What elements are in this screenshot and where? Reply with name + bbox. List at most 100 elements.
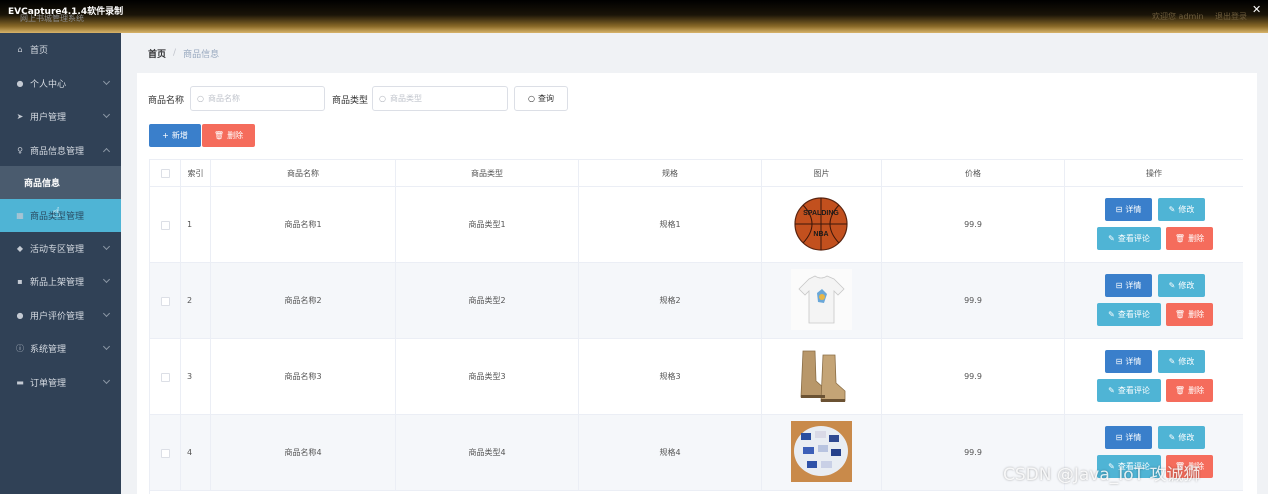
sidebar-item-users[interactable]: ➤ 用户管理 [0,100,121,133]
view-reviews-button[interactable]: ✎ 查看评论 [1097,227,1161,250]
name-label: 商品名称 [148,96,185,106]
sidebar-item-label: 订单管理 [30,379,67,389]
delete-button[interactable]: 🗑 删除 [1166,303,1213,326]
view-reviews-button[interactable]: ✎ 查看评论 [1097,379,1161,402]
row-checkbox[interactable] [161,221,170,230]
cell-type: 商品类型3 [396,339,579,415]
name-placeholder: 商品名称 [207,94,240,103]
sidebar-item-activity[interactable]: ◆ 活动专区管理 [0,232,121,265]
edit-button[interactable]: ✎ 修改 [1158,198,1205,221]
chevron-down-icon [102,342,111,351]
header-actions: 操作 [1065,160,1243,187]
sidebar-subitem-goods[interactable]: 商品信息 [0,166,121,199]
select-all-checkbox[interactable] [161,169,170,178]
search-icon: ○ [379,94,386,103]
sidebar-item-profile[interactable]: ● 个人中心 [0,67,121,100]
bulk-delete-button[interactable]: 🗑 删除 [202,124,255,147]
edit-button[interactable]: ✎ 修改 [1158,426,1205,449]
mic-icon: ♀ [17,146,23,155]
query-button-label: 查询 [537,94,554,103]
detail-button[interactable]: ⊟ 详情 [1105,198,1152,221]
logout-link[interactable]: 退出登录 [1215,11,1247,22]
candy-image [791,421,852,482]
search-icon: ○ [528,94,535,103]
detail-button[interactable]: ⊟ 详情 [1105,426,1152,449]
delete-button[interactable]: 🗑 删除 [1166,379,1213,402]
edit-icon: ✎ [1108,234,1115,243]
cell-actions [1065,263,1243,339]
detail-label: 详情 [1125,205,1142,214]
ball-brand-text: SPALDING [803,210,839,217]
breadcrumb-separator: / [173,48,177,58]
edit-button[interactable]: ✎ 修改 [1158,350,1205,373]
title-bar: EVCapture4.1.4软件录制 网上书城管理系统 欢迎您 admin 退出… [0,0,1268,33]
query-button[interactable]: ○ 查询 [514,86,568,111]
delete-button[interactable]: 🗑 删除 [1166,227,1213,250]
sidebar-item-home[interactable]: ⌂ 首页 [0,33,121,66]
cell-spec: 规格2 [579,263,762,339]
detail-label: 详情 [1125,281,1142,290]
table-header: 索引 商品名称 商品类型 规格 图片 价格 操作 [150,159,1243,187]
add-button[interactable]: + 新增 [149,124,201,147]
cell-index: 2 [181,263,211,339]
cell-price: 99.9 [882,339,1065,415]
sidebar-item-label: 首页 [30,46,49,56]
send-icon: ➤ [16,112,24,121]
name-search-input[interactable]: ○ 商品名称 [190,86,325,111]
detail-icon: ⊟ [1115,433,1123,442]
sidebar-item-label: 商品信息 [24,179,61,189]
breadcrumb-home[interactable]: 首页 [148,47,166,60]
edit-icon: ✎ [1108,310,1115,319]
sidebar-item-system[interactable]: ⓘ 系统管理 [0,332,121,365]
chevron-down-icon [102,275,111,284]
view-reviews-button[interactable]: ✎ 查看评论 [1097,303,1161,326]
header-price: 价格 [882,160,1065,187]
row-checkbox[interactable] [161,449,170,458]
cell-price: 99.9 [882,187,1065,263]
row-checkbox[interactable] [161,373,170,382]
cell-price: 99.9 [882,263,1065,339]
main-panel: 商品名称 ○ 商品名称 商品类型 ○ 商品类型 ○ 查询 + 新增 🗑 删除 索… [137,73,1257,494]
plus-icon: + [162,131,169,140]
user-icon: ● [16,79,24,88]
grid-icon: ▦ [16,211,24,220]
edit-icon: ✎ [1168,433,1176,442]
search-form: 商品名称 ○ 商品名称 商品类型 ○ 商品类型 ○ 查询 [148,86,848,111]
home-icon: ⌂ [17,45,23,54]
sidebar-item-label: 用户管理 [30,113,67,123]
type-label: 商品类型 [332,96,369,106]
watermark: CSDN @Java_IoT 攻诚狮 [1003,465,1201,485]
type-search-input[interactable]: ○ 商品类型 [372,86,508,111]
cell-index: 1 [181,187,211,263]
edit-label: 修改 [1178,433,1195,442]
header-name: 商品名称 [211,160,396,187]
row-checkbox[interactable] [161,297,170,306]
add-button-label: 新增 [171,131,188,140]
edit-button[interactable]: ✎ 修改 [1158,274,1205,297]
sidebar-item-orders[interactable]: ▬ 订单管理 [0,366,121,399]
cell-index: 4 [181,415,211,491]
detail-button[interactable]: ⊟ 详情 [1105,350,1152,373]
row-select-cell [150,187,181,263]
sidebar-item-goods-info[interactable]: ♀ 商品信息管理 [0,134,121,167]
type-placeholder: 商品类型 [389,94,422,103]
edit-icon: ✎ [1168,357,1176,366]
sidebar-item-new-arrivals[interactable]: ▪ 新品上架管理 [0,265,121,298]
cell-type: 商品类型1 [396,187,579,263]
breadcrumb: 首页 / 商品信息 [121,33,1268,73]
select-all-cell [150,160,181,187]
row-select-cell [150,339,181,415]
row-select-cell [150,263,181,339]
delete-label: 删除 [1188,310,1205,319]
detail-label: 详情 [1125,433,1142,442]
table-row: 3 商品名称3 商品类型3 规格3 99.9 ⊟ 详情 ✎ 修改 ✎ 查看评论 🗑 删除 [150,339,1243,415]
review-label: 查看评论 [1117,310,1150,319]
chevron-down-icon [102,77,111,86]
trash-icon: 🗑 [1174,234,1186,243]
sidebar-item-reviews[interactable]: ● 用户评价管理 [0,299,121,332]
close-icon[interactable]: ✕ [1252,3,1261,16]
tshirt-image [791,269,852,330]
cell-spec: 规格1 [579,187,762,263]
sidebar: ⌂ 首页 ● 个人中心 ➤ 用户管理 ♀ 商品信息管理 商品信息 ▦ 商品类型管… [0,33,121,494]
detail-button[interactable]: ⊟ 详情 [1105,274,1152,297]
